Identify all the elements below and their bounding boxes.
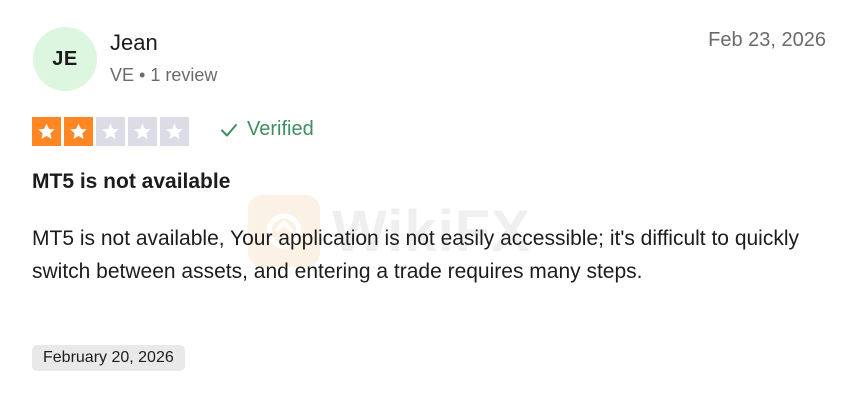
star-rating xyxy=(32,117,189,146)
review-title: MT5 is not available xyxy=(32,170,231,193)
author-meta: VE • 1 review xyxy=(110,65,218,85)
avatar[interactable]: JE xyxy=(33,27,97,91)
star-icon xyxy=(32,117,61,146)
star-icon xyxy=(64,117,93,146)
verified-badge[interactable]: Verified xyxy=(219,118,314,141)
verified-label: Verified xyxy=(247,118,314,140)
experience-date-badge: February 20, 2026 xyxy=(32,345,185,371)
author-name[interactable]: Jean xyxy=(110,30,158,56)
star-icon xyxy=(128,117,157,146)
star-icon xyxy=(160,117,189,146)
review-body: MT5 is not available, Your application i… xyxy=(32,227,800,283)
star-icon xyxy=(96,117,125,146)
avatar-initials: JE xyxy=(52,47,78,70)
checkmark-icon xyxy=(219,120,239,140)
review-card: WikiFX JE Jean VE • 1 review Feb 23, 202… xyxy=(0,0,850,400)
review-date: Feb 23, 2026 xyxy=(708,29,826,51)
